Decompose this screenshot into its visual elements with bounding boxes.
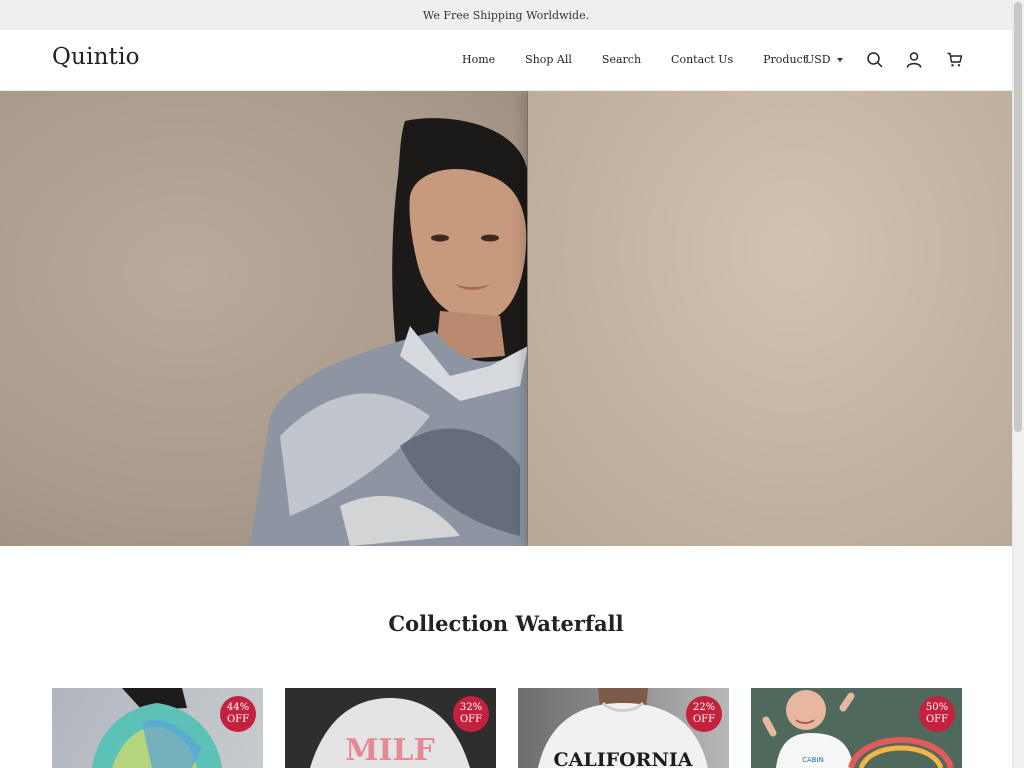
shirt-print-text: CABIN <box>802 756 824 764</box>
search-icon[interactable] <box>866 51 884 69</box>
product-card-4[interactable]: CABIN 50% OFF <box>751 688 962 768</box>
discount-label: OFF <box>925 714 949 725</box>
main-nav: Home Shop All Search Contact Us Product <box>462 53 807 66</box>
product-card-1[interactable]: 44% OFF <box>52 688 263 768</box>
currency-label: USD <box>805 53 831 66</box>
discount-badge: 44% OFF <box>220 696 256 732</box>
announcement-text: We Free Shipping Worldwide. <box>422 8 590 22</box>
hero-banner[interactable] <box>0 91 1012 546</box>
nav-shop-all[interactable]: Shop All <box>525 53 572 66</box>
discount-badge: 22% OFF <box>686 696 722 732</box>
discount-percent: 50% <box>925 702 949 713</box>
nav-home[interactable]: Home <box>462 53 495 66</box>
nav-product[interactable]: Product <box>763 53 807 66</box>
user-icon[interactable] <box>905 51 923 69</box>
currency-selector[interactable]: USD <box>805 53 843 66</box>
shirt-print-text: CALIFORNIA <box>554 749 693 768</box>
discount-percent: 44% <box>226 702 250 713</box>
cart-icon[interactable] <box>946 51 964 69</box>
shirt-print-text: MILF <box>345 733 435 768</box>
discount-label: OFF <box>692 714 716 725</box>
nav-contact-us[interactable]: Contact Us <box>671 53 733 66</box>
discount-percent: 22% <box>692 702 716 713</box>
page-scrollbar[interactable] <box>1012 0 1024 768</box>
discount-percent: 32% <box>459 702 483 713</box>
hero-wall <box>528 91 1012 546</box>
announcement-bar: We Free Shipping Worldwide. <box>0 0 1012 30</box>
hero-model-image <box>250 118 530 546</box>
discount-label: OFF <box>459 714 483 725</box>
nav-search[interactable]: Search <box>602 53 641 66</box>
brand-logo[interactable]: Quintio <box>52 44 140 70</box>
discount-badge: 50% OFF <box>919 696 955 732</box>
discount-label: OFF <box>226 714 250 725</box>
product-card-3[interactable]: CALIFORNIA 22% OFF <box>518 688 729 768</box>
scrollbar-thumb[interactable] <box>1014 2 1022 432</box>
product-card-2[interactable]: MILF 32% OFF <box>285 688 496 768</box>
site-header: Quintio Home Shop All Search Contact Us … <box>0 30 1012 91</box>
section-title: Collection Waterfall <box>388 611 624 636</box>
discount-badge: 32% OFF <box>453 696 489 732</box>
caret-down-icon <box>836 57 843 62</box>
